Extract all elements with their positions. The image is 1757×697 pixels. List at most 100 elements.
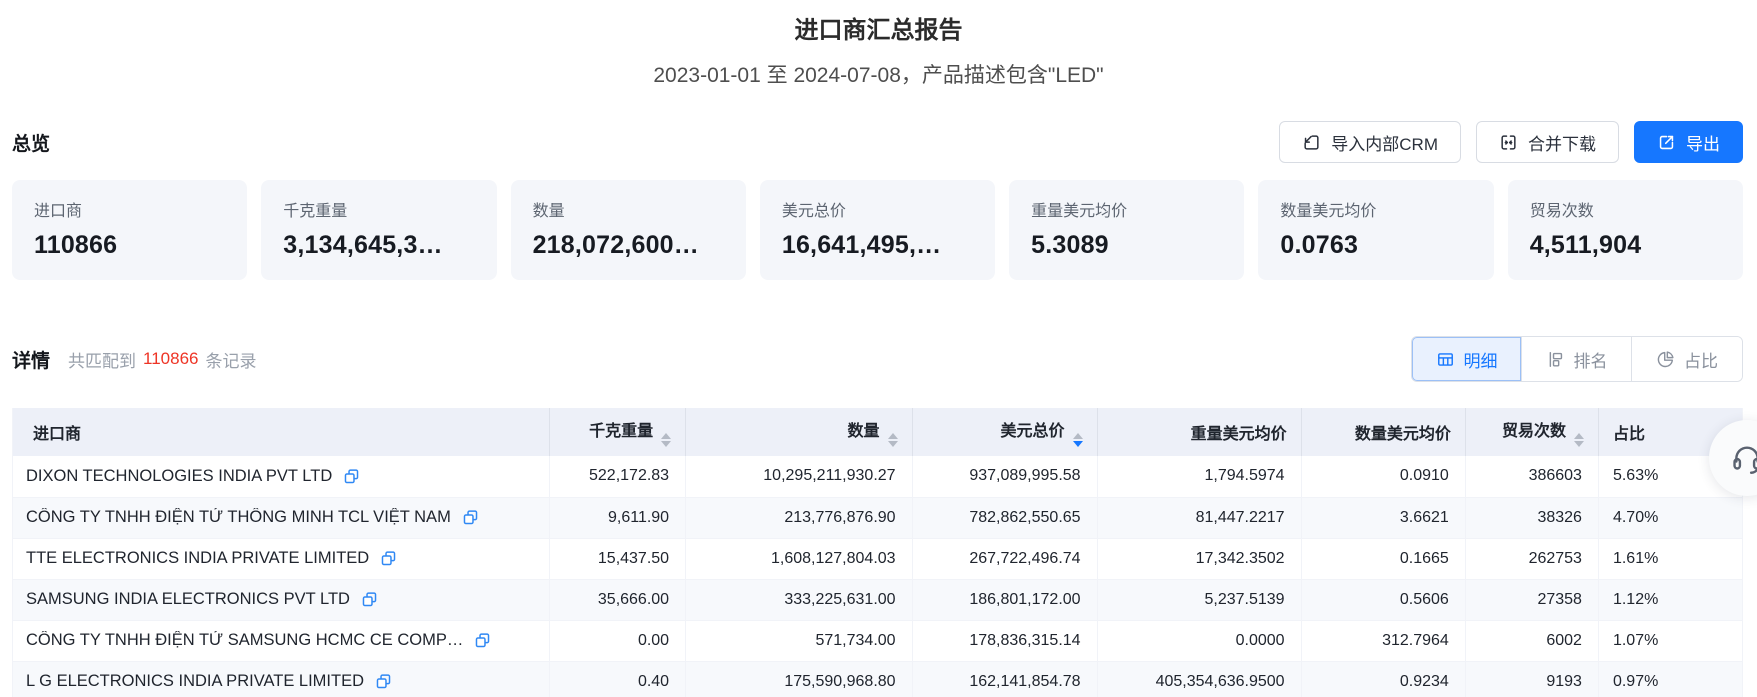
col-label: 进口商 [33, 426, 82, 443]
sort-carets-icon[interactable] [887, 433, 898, 447]
col-label: 数量 [847, 423, 880, 440]
cell-usd: 178,836,315.14 [912, 620, 1098, 662]
cell-importer: SAMSUNG INDIA ELECTRONICS PVT LTD [13, 579, 550, 621]
sort-carets-icon[interactable] [1072, 433, 1083, 447]
table-row: TTE ELECTRONICS INDIA PRIVATE LIMITED 15… [13, 538, 1742, 580]
export-label: 导出 [1686, 134, 1720, 154]
table-row: DIXON TECHNOLOGIES INDIA PVT LTD 522,172… [13, 456, 1742, 498]
col-header-usd-per-qty: 数量美元均价 [1301, 408, 1466, 456]
card-label: 美元总价 [781, 203, 846, 220]
cell-importer: CÔNG TY TNHH ĐIỆN TỬ THÔNG MINH TCL VIỆT… [13, 497, 550, 539]
cell-usd-per-qty: 0.1665 [1301, 538, 1466, 580]
import-icon [1302, 133, 1321, 152]
col-header-kg-weight[interactable]: 千克重量 [549, 408, 687, 456]
copy-icon[interactable] [361, 591, 378, 608]
card-value: 5.3089 [1031, 231, 1109, 259]
table-row: L G ELECTRONICS INDIA PRIVATE LIMITED 0.… [13, 661, 1742, 697]
cell-kg: 0.00 [549, 620, 687, 662]
tab-detail[interactable]: 明细 [1412, 337, 1522, 381]
card-label: 重量美元均价 [1031, 203, 1128, 220]
export-icon [1657, 133, 1676, 152]
importer-name: TTE ELECTRONICS INDIA PRIVATE LIMITED [26, 549, 370, 567]
cell-usd-per-kg: 1,794.5974 [1097, 456, 1302, 498]
copy-icon[interactable] [462, 509, 479, 526]
cell-usd-per-kg: 405,354,636.9500 [1097, 661, 1302, 697]
tab-share-label: 占比 [1684, 351, 1718, 371]
cell-importer: CÔNG TY TNHH ĐIỆN TỬ SAMSUNG HCMC CE COM… [13, 620, 550, 662]
tab-ranking-label: 排名 [1573, 351, 1608, 371]
tab-detail-label: 明细 [1463, 351, 1498, 371]
cell-kg: 0.40 [549, 661, 687, 697]
cell-usd-per-qty: 0.5606 [1301, 579, 1466, 621]
cell-kg: 9,611.90 [549, 497, 687, 539]
card-usd-total: 美元总价 16,641,495,… [759, 180, 996, 280]
sort-carets-icon[interactable] [1573, 433, 1584, 447]
cell-qty: 213,776,876.90 [685, 497, 913, 539]
cell-trades: 38326 [1465, 497, 1599, 539]
copy-icon[interactable] [375, 673, 392, 690]
cell-trades: 9193 [1465, 661, 1599, 697]
cell-importer: L G ELECTRONICS INDIA PRIVATE LIMITED [13, 661, 550, 697]
cell-importer: TTE ELECTRONICS INDIA PRIVATE LIMITED [13, 538, 550, 580]
merge-download-button[interactable]: 合并下载 [1476, 121, 1619, 163]
import-crm-label: 导入内部CRM [1331, 134, 1438, 154]
col-header-usd-per-kg: 重量美元均价 [1097, 408, 1302, 456]
cell-importer: DIXON TECHNOLOGIES INDIA PVT LTD [13, 456, 550, 498]
cell-kg: 35,666.00 [549, 579, 687, 621]
card-value: 3,134,645,3… [283, 231, 443, 259]
cell-qty: 333,225,631.00 [685, 579, 913, 621]
importer-name: L G ELECTRONICS INDIA PRIVATE LIMITED [26, 672, 365, 690]
cell-usd: 782,862,550.65 [912, 497, 1098, 539]
card-kg-weight: 千克重量 3,134,645,3… [261, 180, 497, 280]
importer-name: CÔNG TY TNHH ĐIỆN TỬ THÔNG MINH TCL VIỆT… [26, 508, 451, 526]
card-value: 16,641,495,… [781, 231, 942, 259]
import-crm-button[interactable]: 导入内部CRM [1279, 121, 1461, 163]
match-prefix: 共匹配到 [68, 351, 137, 371]
tab-share[interactable]: 占比 [1632, 337, 1742, 381]
pie-chart-icon [1656, 350, 1675, 369]
cell-share: 0.97% [1598, 661, 1742, 697]
cell-trades: 27358 [1465, 579, 1599, 621]
col-label: 重量美元均价 [1190, 426, 1287, 443]
cell-usd: 937,089,995.58 [912, 456, 1098, 498]
tab-ranking[interactable]: 排名 [1522, 337, 1632, 381]
importers-table: 进口商 千克重量 数量 美元总价 重量美元均价 数量美元均价 贸易次数 占比 D… [12, 408, 1743, 697]
table-row: CÔNG TY TNHH ĐIỆN TỬ THÔNG MINH TCL VIỆT… [13, 497, 1742, 539]
copy-icon[interactable] [380, 550, 397, 567]
card-usd-per-qty: 数量美元均价 0.0763 [1258, 180, 1494, 280]
col-label: 贸易次数 [1501, 423, 1566, 440]
col-header-quantity[interactable]: 数量 [685, 408, 913, 456]
copy-icon[interactable] [343, 468, 360, 485]
overview-bar: 总览 导入内部CRM 合并下载 导出 [12, 121, 1743, 163]
col-header-usd-total[interactable]: 美元总价 [912, 408, 1098, 456]
col-label: 千克重量 [589, 423, 654, 440]
page-subtitle: 2023-01-01 至 2024-07-08，产品描述包含"LED" [653, 64, 1104, 87]
card-label: 进口商 [34, 203, 83, 220]
cell-share: 1.61% [1598, 538, 1742, 580]
summary-cards: 进口商 110866 千克重量 3,134,645,3… 数量 218,072,… [12, 180, 1743, 280]
merge-icon [1499, 133, 1518, 152]
importer-name: SAMSUNG INDIA ELECTRONICS PVT LTD [26, 590, 350, 608]
sort-carets-icon[interactable] [661, 433, 672, 447]
match-count: 110866 [143, 349, 199, 368]
importer-name: DIXON TECHNOLOGIES INDIA PVT LTD [26, 466, 333, 485]
card-value: 4,511,904 [1529, 231, 1642, 259]
card-label: 贸易次数 [1529, 203, 1594, 220]
cell-share: 1.07% [1598, 620, 1742, 662]
card-trade-count: 贸易次数 4,511,904 [1507, 180, 1743, 280]
cell-qty: 1,608,127,804.03 [685, 538, 913, 580]
table-row: CÔNG TY TNHH ĐIỆN TỬ SAMSUNG HCMC CE COM… [13, 620, 1742, 662]
col-header-trade-count[interactable]: 贸易次数 [1465, 408, 1599, 456]
page-title: 进口商汇总报告 [794, 17, 963, 44]
details-left: 详情 共匹配到 110866 条记录 [12, 346, 256, 373]
cell-usd-per-kg: 17,342.3502 [1097, 538, 1302, 580]
card-label: 数量 [532, 203, 565, 220]
card-label: 数量美元均价 [1280, 203, 1377, 220]
export-button[interactable]: 导出 [1634, 121, 1743, 163]
toolbar-actions: 导入内部CRM 合并下载 导出 [1279, 121, 1743, 163]
rank-icon [1546, 350, 1565, 369]
cell-usd-per-qty: 0.9234 [1301, 661, 1466, 697]
card-quantity: 数量 218,072,600… [510, 180, 746, 280]
cell-usd-per-qty: 0.0910 [1301, 456, 1466, 498]
copy-icon[interactable] [474, 632, 491, 649]
